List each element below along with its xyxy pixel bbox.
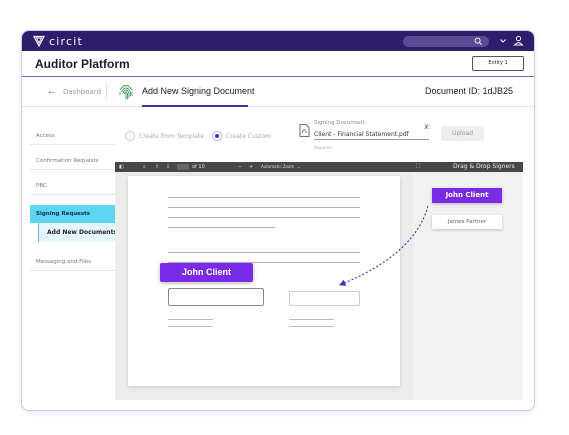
signature-field-right[interactable] xyxy=(289,291,360,306)
text-line xyxy=(168,252,360,253)
document-id: Document ID: 1dJB25 xyxy=(425,86,514,96)
top-bar: circit xyxy=(22,31,534,51)
signature-field-left[interactable] xyxy=(168,288,264,306)
active-tab-underline xyxy=(142,105,248,107)
page-nav-bar: ← Dashboard Add New Signing Document Doc… xyxy=(22,77,534,107)
circit-shield-icon xyxy=(33,35,45,47)
user-icon[interactable] xyxy=(513,35,524,46)
dragging-signer-chip[interactable]: John Client xyxy=(160,263,253,282)
signer-chip-john-client[interactable]: John Client xyxy=(432,188,502,203)
signer-chip-james-partner[interactable]: James Partner xyxy=(432,215,502,229)
sidebar-item-access[interactable]: Access xyxy=(30,127,116,145)
radio-custom[interactable] xyxy=(212,131,222,141)
zoom-out-button[interactable]: − xyxy=(238,163,242,171)
nav-divider xyxy=(106,84,107,99)
signature-line xyxy=(289,326,334,327)
platform-header: Auditor Platform Entity 1 xyxy=(22,51,534,77)
search-icon[interactable]: ⌕ xyxy=(143,163,146,171)
page-counter: of 10 xyxy=(192,164,205,170)
page-number-input[interactable] xyxy=(177,164,189,170)
sidebar-item-signing-requests[interactable]: Signing Requests xyxy=(30,205,116,223)
text-line xyxy=(168,207,360,208)
fingerprint-icon xyxy=(119,85,133,100)
drag-drop-header: ⛶ Drag & Drop Signers xyxy=(413,162,523,172)
app-window: circit Auditor Platform Entity 1 ← Dashb… xyxy=(21,30,535,411)
platform-title: Auditor Platform xyxy=(35,57,130,71)
zoom-caret-icon[interactable]: ⌄ xyxy=(297,163,300,171)
radio-template[interactable] xyxy=(125,131,135,141)
zoom-in-button[interactable]: + xyxy=(249,163,253,171)
signing-document-label: Signing Document xyxy=(314,120,365,126)
text-line xyxy=(168,227,275,228)
drag-drop-title: Drag & Drop Signers xyxy=(453,163,515,170)
signing-document-field[interactable]: Client - Financial Statement.pdf xyxy=(314,131,429,140)
page-up-icon[interactable]: ⇧ xyxy=(155,163,159,171)
search-icon xyxy=(474,37,482,45)
create-custom-label: Create Custom xyxy=(226,132,271,140)
sidebar-toggle-icon[interactable]: ◧ xyxy=(119,163,124,171)
sidebar-item-pbc[interactable]: PBC xyxy=(30,177,116,195)
top-search-input[interactable] xyxy=(403,36,489,47)
brand-logo[interactable]: circit xyxy=(33,34,83,48)
signature-line xyxy=(168,319,213,320)
text-line xyxy=(168,197,360,198)
page-down-icon[interactable]: ⇩ xyxy=(166,163,170,171)
dashboard-link[interactable]: Dashboard xyxy=(63,88,101,96)
create-from-template-option[interactable]: Create from Template xyxy=(125,131,204,141)
zoom-select[interactable]: Automatic Zoom xyxy=(261,163,294,171)
sidebar-item-add-new-documents[interactable]: Add New Documents xyxy=(38,223,117,242)
text-line xyxy=(168,217,360,218)
back-arrow-icon[interactable]: ← xyxy=(48,88,55,97)
signature-line xyxy=(168,326,213,327)
required-hint: Required xyxy=(314,145,332,150)
brand-name: circit xyxy=(49,34,84,48)
drag-drop-panel: ⛶ Drag & Drop Signers John Client James … xyxy=(413,162,523,400)
page-title: Add New Signing Document xyxy=(142,86,255,96)
sidebar-item-messaging-and-files[interactable]: Messaging and Files xyxy=(30,253,116,271)
chevron-down-icon[interactable] xyxy=(498,36,508,46)
sidebar-item-confirmation-requests[interactable]: Confirmation Requests xyxy=(30,152,116,170)
move-handle-icon[interactable]: ⛶ xyxy=(416,162,420,172)
signature-line xyxy=(289,319,334,320)
create-from-template-label: Create from Template xyxy=(139,132,205,140)
pdf-toolbar: ◧ ⌕ ⇧ ⇩ of 10 − + Automatic Zoom ⌄ xyxy=(115,162,413,172)
upload-button[interactable]: Upload xyxy=(441,126,484,141)
entity-button[interactable]: Entity 1 xyxy=(472,56,524,71)
pdf-file-icon xyxy=(299,124,310,137)
clear-file-button[interactable]: x xyxy=(424,122,429,131)
create-custom-option[interactable]: Create Custom xyxy=(212,131,271,141)
